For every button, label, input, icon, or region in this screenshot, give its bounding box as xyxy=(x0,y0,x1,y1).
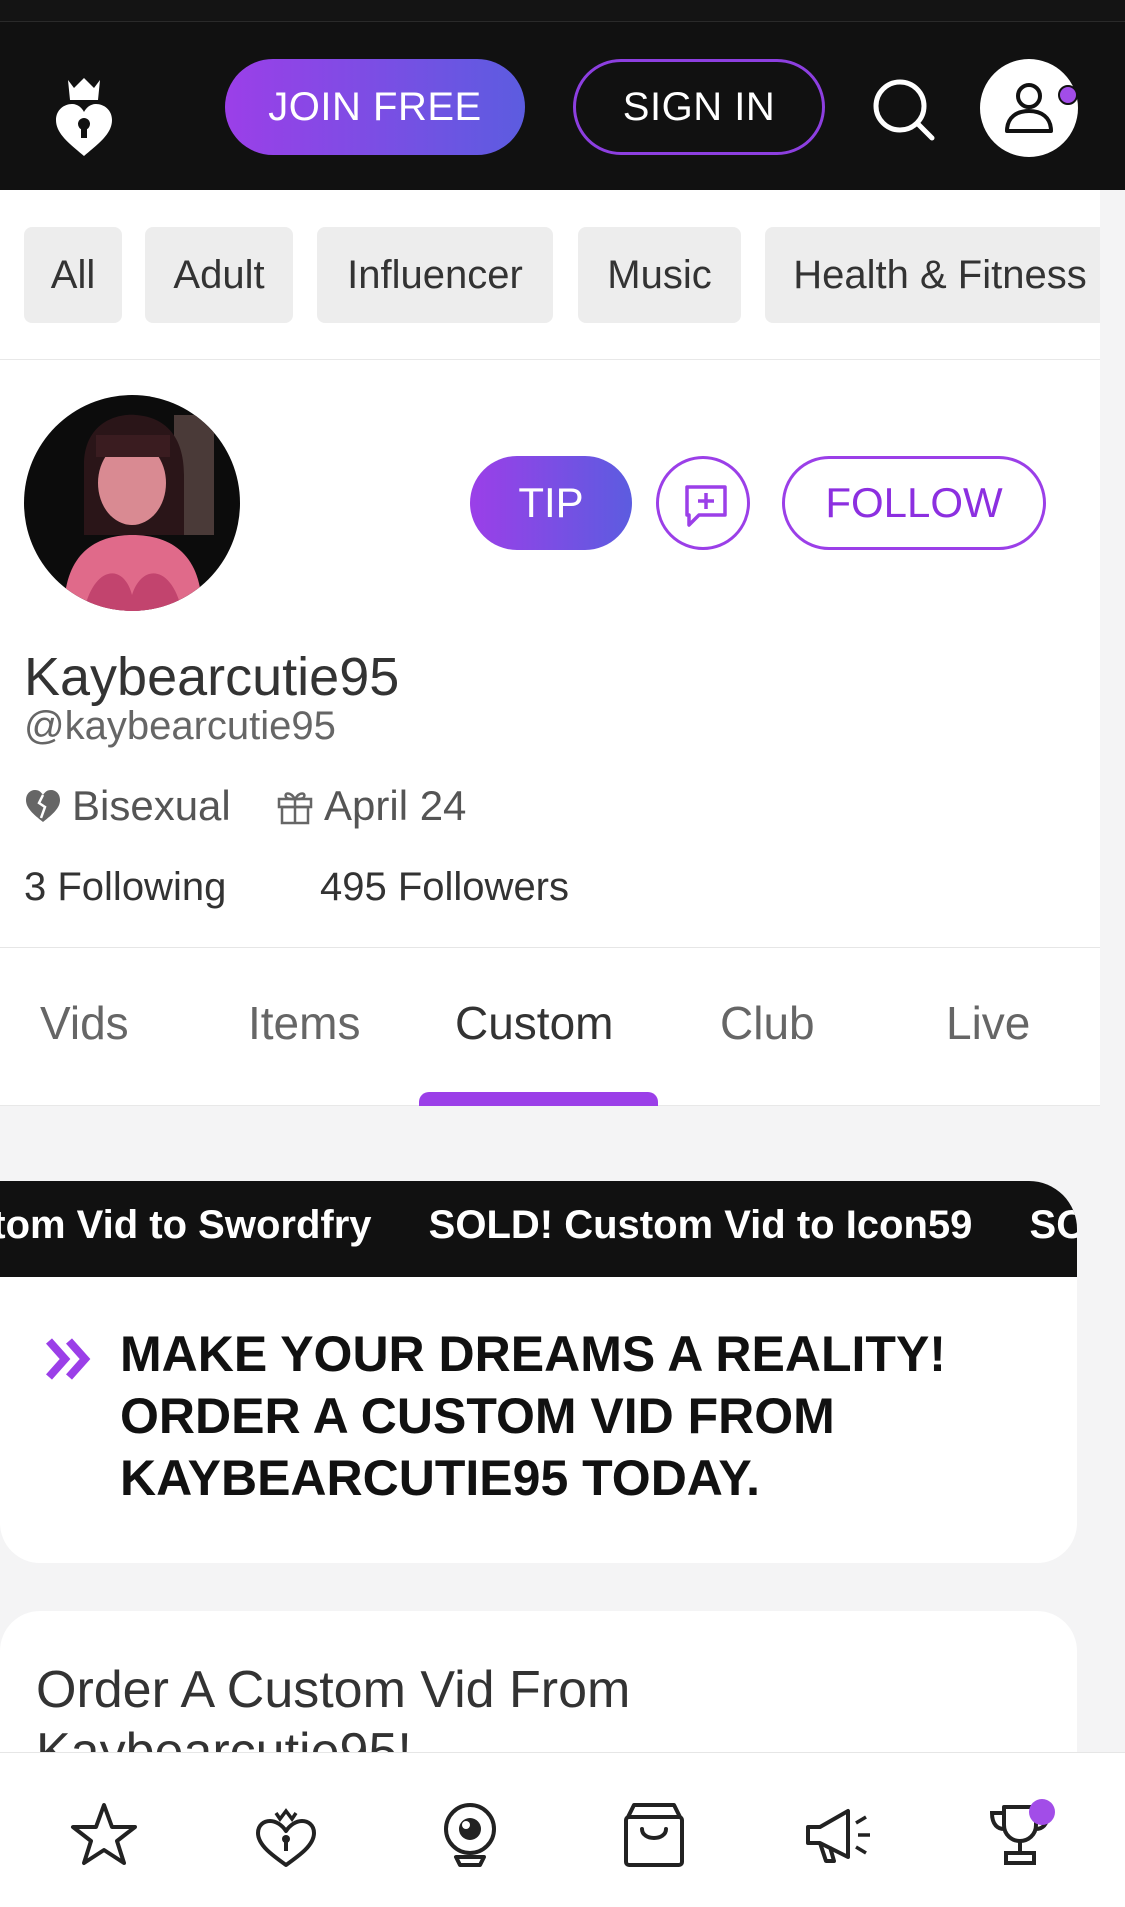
top-bar: JOIN FREE SIGN IN xyxy=(0,22,1125,190)
double-chevron-icon xyxy=(46,1338,91,1380)
active-tab-indicator xyxy=(419,1092,658,1106)
orientation-label: Bisexual xyxy=(72,782,231,829)
category-all[interactable]: All xyxy=(24,227,122,323)
category-bar: All Adult Influencer Music Health & Fitn… xyxy=(0,190,1100,360)
category-influencer[interactable]: Influencer xyxy=(317,227,553,323)
birthday: April 24 xyxy=(276,782,466,830)
category-health-fitness[interactable]: Health & Fitness xyxy=(765,227,1100,323)
megaphone-icon[interactable] xyxy=(802,1799,874,1871)
status-strip xyxy=(0,0,1125,22)
orientation: Bisexual xyxy=(24,782,231,830)
account-button[interactable] xyxy=(980,59,1078,157)
ticker-item: SOLD! Custom Vid to Icon59 xyxy=(428,1203,973,1247)
display-name: Kaybearcutie95 xyxy=(24,647,400,707)
live-cam-icon[interactable] xyxy=(434,1799,506,1871)
tip-button[interactable]: TIP xyxy=(470,456,632,550)
promo-line: MAKE YOUR DREAMS A REALITY! xyxy=(120,1326,946,1382)
profile-section: TIP FOLLOW Kaybearcutie95 @kaybearcutie9… xyxy=(0,360,1100,948)
username-handle: @kaybearcutie95 xyxy=(24,704,336,748)
tab-custom[interactable]: Custom xyxy=(455,996,613,1050)
logo-icon[interactable] xyxy=(52,72,116,162)
shopping-bag-icon[interactable] xyxy=(618,1799,690,1871)
search-icon[interactable] xyxy=(868,74,940,146)
tab-club[interactable]: Club xyxy=(720,996,815,1050)
tab-live[interactable]: Live xyxy=(946,996,1030,1050)
avatar xyxy=(24,395,240,611)
join-free-button[interactable]: JOIN FREE xyxy=(225,59,525,155)
followers-count[interactable]: 495 Followers xyxy=(320,865,569,910)
order-title-line: Order A Custom Vid From xyxy=(36,1661,631,1719)
message-button[interactable] xyxy=(656,456,750,550)
profile-tabs: Vids Items Custom Club Live xyxy=(0,948,1100,1106)
promo-line: ORDER A CUSTOM VID FROM xyxy=(120,1388,835,1444)
ticker-item: SO xyxy=(1029,1203,1077,1247)
promo-line: KAYBEARCUTIE95 TODAY. xyxy=(120,1450,761,1506)
sign-in-button[interactable]: SIGN IN xyxy=(573,59,825,155)
bottom-nav xyxy=(0,1752,1125,1907)
category-adult[interactable]: Adult xyxy=(145,227,293,323)
notification-dot xyxy=(1058,85,1078,105)
birthday-label: April 24 xyxy=(324,782,467,829)
user-icon xyxy=(1005,83,1053,133)
tab-vids[interactable]: Vids xyxy=(40,996,129,1050)
sales-ticker: stom Vid to Swordfry SOLD! Custom Vid to… xyxy=(0,1181,1077,1277)
message-plus-icon xyxy=(685,485,727,527)
following-count[interactable]: 3 Following xyxy=(24,865,226,910)
promo-text: MAKE YOUR DREAMS A REALITY! ORDER A CUST… xyxy=(120,1323,1020,1509)
follow-button[interactable]: FOLLOW xyxy=(782,456,1046,550)
custom-promo-card: MAKE YOUR DREAMS A REALITY! ORDER A CUST… xyxy=(0,1277,1077,1563)
broken-heart-icon xyxy=(26,790,60,822)
heart-lock-icon[interactable] xyxy=(250,1799,322,1871)
category-music[interactable]: Music xyxy=(578,227,741,323)
tab-items[interactable]: Items xyxy=(248,996,360,1050)
notification-dot xyxy=(1029,1799,1055,1825)
star-icon[interactable] xyxy=(68,1799,140,1871)
gift-icon xyxy=(277,792,313,825)
ticker-item: stom Vid to Swordfry xyxy=(0,1203,372,1247)
